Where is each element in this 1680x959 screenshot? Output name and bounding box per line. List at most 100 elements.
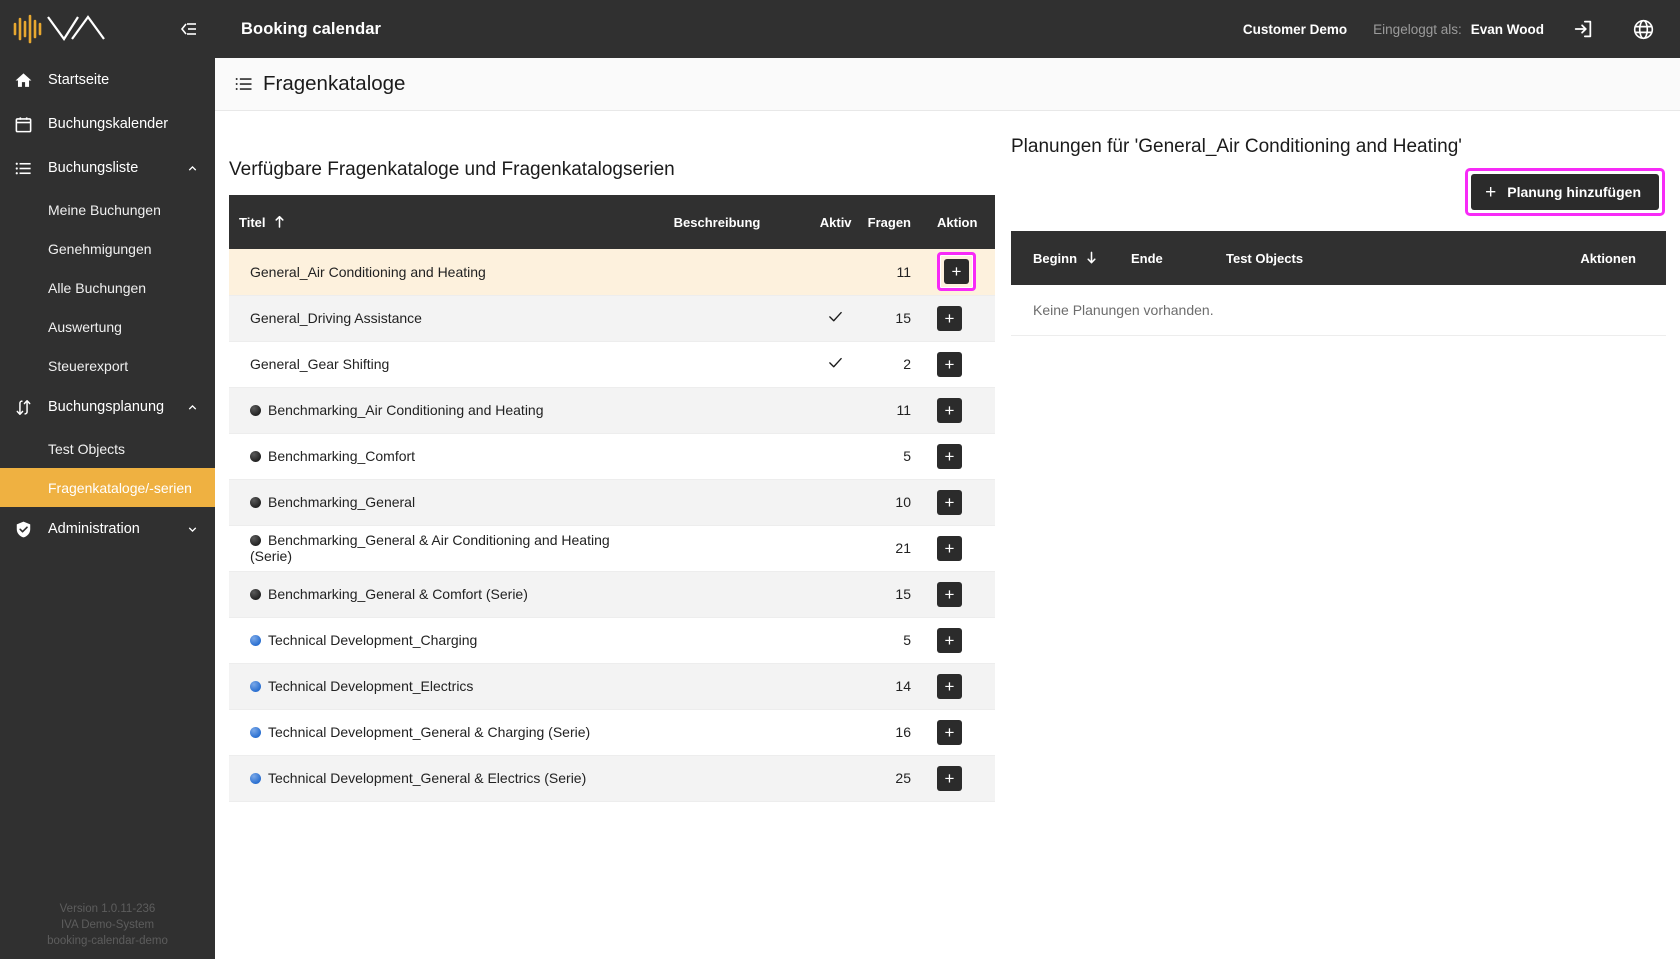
cell-aktion: + bbox=[925, 295, 995, 342]
column-header-aktiv[interactable]: Aktiv bbox=[814, 195, 858, 249]
sidebar-nav: Startseite Buchungskalender Buchungslist… bbox=[0, 58, 215, 551]
column-header-aktion[interactable]: Aktion bbox=[925, 195, 995, 249]
cell-aktion: + bbox=[925, 709, 995, 756]
customer-name: Customer Demo bbox=[1242, 21, 1348, 37]
plannings-title: Planungen für 'General_Air Conditioning … bbox=[1011, 136, 1462, 157]
add-planning-highlight-ring: + Planung hinzufügen bbox=[1465, 168, 1665, 216]
add-planning-row-button[interactable]: + bbox=[937, 719, 962, 745]
globe-icon[interactable] bbox=[1628, 14, 1658, 44]
plus-icon: + bbox=[944, 400, 955, 420]
table-row[interactable]: Technical Development_Electrics 14 + bbox=[229, 663, 995, 710]
add-planning-row-button[interactable]: + bbox=[937, 535, 962, 561]
table-row[interactable]: Benchmarking_Comfort 5 + bbox=[229, 433, 995, 480]
cell-titel: Technical Development_Electrics bbox=[229, 663, 664, 710]
category-dark-dot-icon bbox=[250, 405, 261, 416]
table-row[interactable]: Benchmarking_General 10 + bbox=[229, 479, 995, 526]
column-header-aktionen[interactable]: Aktionen bbox=[1443, 231, 1666, 285]
plannings-table: Beginn Ende Test Objects Aktionen Keine … bbox=[1011, 231, 1666, 336]
sidebar-item-genehmigungen[interactable]: Genehmigungen bbox=[0, 229, 215, 268]
cell-fragen: 25 bbox=[857, 755, 925, 802]
cell-titel: Technical Development_General & Electric… bbox=[229, 755, 664, 802]
column-header-beginn[interactable]: Beginn bbox=[1011, 231, 1121, 285]
sidebar-footer: Version 1.0.11-236 IVA Demo-System booki… bbox=[0, 901, 215, 949]
cell-aktiv bbox=[813, 709, 858, 756]
catalogs-table-body: General_Air Conditioning and Heating 11 + G… bbox=[229, 249, 995, 802]
plannings-empty-message: Keine Planungen vorhanden. bbox=[1011, 285, 1666, 336]
table-row[interactable]: General_Driving Assistance 15 + bbox=[229, 295, 995, 342]
table-row[interactable]: Technical Development_General & Charging… bbox=[229, 709, 995, 756]
add-planning-row-button[interactable]: + bbox=[937, 443, 962, 469]
add-planning-button[interactable]: + Planung hinzufügen bbox=[1471, 174, 1659, 210]
add-planning-row-button[interactable]: + bbox=[937, 627, 962, 653]
collapse-panel-icon[interactable] bbox=[175, 16, 201, 42]
cell-aktiv bbox=[813, 341, 858, 388]
column-header-titel[interactable]: Titel bbox=[229, 195, 664, 249]
add-planning-row-button[interactable]: + bbox=[937, 581, 962, 607]
cell-aktion: + bbox=[925, 433, 995, 480]
catalog-title-text: General_Gear Shifting bbox=[250, 356, 390, 372]
cell-aktion: + bbox=[925, 755, 995, 802]
column-header-beschreibung[interactable]: Beschreibung bbox=[664, 195, 814, 249]
page-header: Fragenkataloge bbox=[215, 58, 1680, 111]
sidebar-item-buchungsplanung[interactable]: Buchungsplanung bbox=[0, 385, 215, 429]
cell-aktiv bbox=[813, 755, 858, 802]
table-row[interactable]: Technical Development_General & Electric… bbox=[229, 755, 995, 802]
add-planning-row-button[interactable]: + bbox=[937, 351, 962, 377]
table-row[interactable]: General_Gear Shifting 2 + bbox=[229, 341, 995, 388]
catalog-title-text: Benchmarking_General & Air Conditioning … bbox=[250, 532, 610, 564]
catalog-title-text: General_Driving Assistance bbox=[250, 310, 422, 326]
add-planning-row-button[interactable]: + bbox=[937, 489, 962, 515]
sidebar-item-test-objects[interactable]: Test Objects bbox=[0, 429, 215, 468]
add-planning-row-button[interactable]: + bbox=[937, 397, 962, 423]
logout-icon[interactable] bbox=[1568, 14, 1598, 44]
table-row[interactable]: General_Air Conditioning and Heating 11 + bbox=[229, 249, 995, 296]
sidebar-item-auswertung[interactable]: Auswertung bbox=[0, 307, 215, 346]
sidebar-item-steuerexport[interactable]: Steuerexport bbox=[0, 346, 215, 385]
sidebar-item-label: Administration bbox=[48, 521, 140, 537]
sidebar-item-buchungskalender[interactable]: Buchungskalender bbox=[0, 102, 215, 146]
add-planning-row-button[interactable]: + bbox=[944, 259, 969, 285]
plus-icon: + bbox=[951, 262, 962, 282]
plus-icon: + bbox=[944, 722, 955, 742]
table-row[interactable]: Benchmarking_General & Air Conditioning … bbox=[229, 525, 995, 572]
sidebar-item-startseite[interactable]: Startseite bbox=[0, 58, 215, 102]
cell-beschreibung bbox=[663, 571, 814, 618]
sidebar-item-administration[interactable]: Administration bbox=[0, 507, 215, 551]
plus-icon: + bbox=[944, 446, 955, 466]
column-label: Titel bbox=[239, 214, 266, 230]
sidebar-item-alle-buchungen[interactable]: Alle Buchungen bbox=[0, 268, 215, 307]
cell-aktion: + bbox=[925, 341, 995, 388]
add-planning-row-button[interactable]: + bbox=[937, 765, 962, 791]
plus-icon: + bbox=[1485, 181, 1497, 203]
category-dark-dot-icon bbox=[250, 451, 261, 462]
cell-beschreibung bbox=[663, 663, 814, 710]
add-planning-row-button[interactable]: + bbox=[937, 673, 962, 699]
app-root: Startseite Buchungskalender Buchungslist… bbox=[0, 0, 1680, 959]
sidebar-item-meine-buchungen[interactable]: Meine Buchungen bbox=[0, 190, 215, 229]
sort-descending-icon bbox=[1086, 251, 1097, 264]
cell-aktiv bbox=[813, 525, 858, 572]
table-row[interactable]: Benchmarking_Air Conditioning and Heatin… bbox=[229, 387, 995, 434]
add-planning-row-button[interactable]: + bbox=[937, 305, 962, 331]
catalog-title-text: General_Air Conditioning and Heating bbox=[250, 263, 486, 280]
column-header-test-objects[interactable]: Test Objects bbox=[1216, 231, 1443, 285]
cell-beschreibung bbox=[663, 755, 814, 802]
cell-titel: Benchmarking_General & Comfort (Serie) bbox=[229, 571, 664, 618]
column-header-ende[interactable]: Ende bbox=[1121, 231, 1216, 285]
column-header-fragen[interactable]: Fragen bbox=[858, 195, 925, 249]
plannings-panel: Planungen für 'General_Air Conditioning … bbox=[995, 111, 1680, 959]
cell-aktiv bbox=[813, 571, 858, 618]
sidebar-item-buchungsliste[interactable]: Buchungsliste bbox=[0, 146, 215, 190]
sidebar-item-fragenkataloge-serien[interactable]: Fragenkataloge/-serien bbox=[0, 468, 215, 507]
sidebar-item-label: Buchungsliste bbox=[48, 160, 139, 176]
cell-titel: Benchmarking_Comfort bbox=[229, 433, 664, 480]
sidebar: Startseite Buchungskalender Buchungslist… bbox=[0, 0, 215, 959]
plannings-empty-row: Keine Planungen vorhanden. bbox=[1011, 285, 1666, 336]
table-row[interactable]: Benchmarking_General & Comfort (Serie) 15… bbox=[229, 571, 995, 618]
cell-aktiv bbox=[813, 617, 858, 664]
instance-text: booking-calendar-demo bbox=[47, 935, 168, 947]
table-row[interactable]: Technical Development_Charging 5 + bbox=[229, 617, 995, 664]
home-icon bbox=[14, 71, 40, 90]
plus-icon: + bbox=[944, 676, 955, 696]
collapse-chevron-icon bbox=[180, 23, 196, 35]
